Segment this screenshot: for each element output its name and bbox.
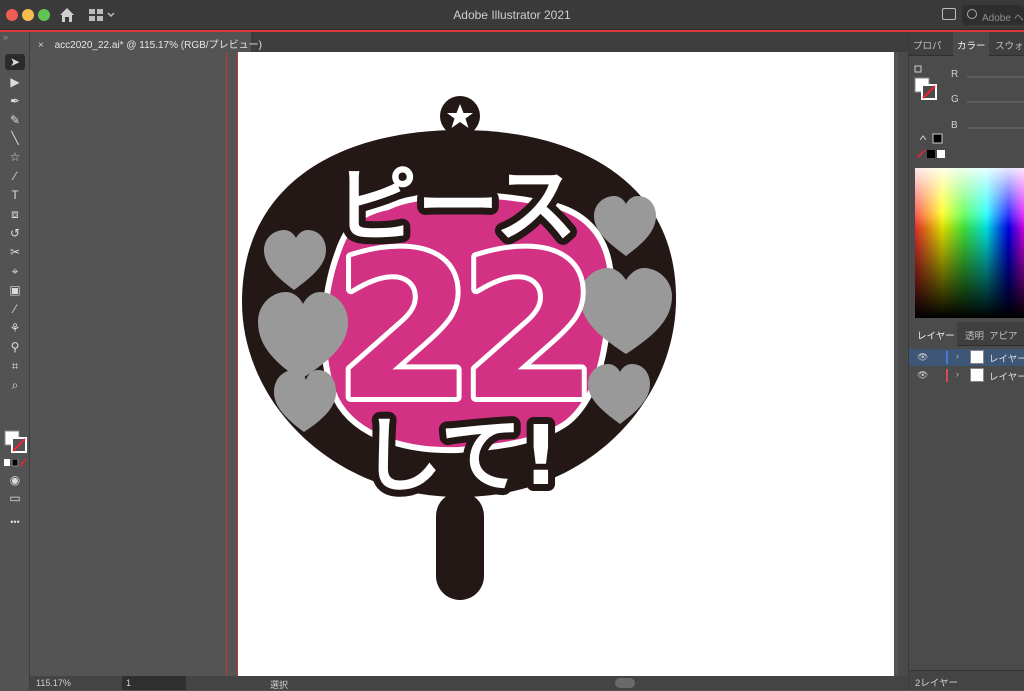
scissors-tool-icon[interactable]: ✂ (5, 244, 25, 260)
document-tab[interactable]: × acc2020_22.ai* @ 115.17% (RGB/プレビュー) (30, 32, 262, 52)
panel-toggle-icon[interactable] (942, 8, 956, 20)
layer-color-chip (946, 351, 948, 364)
tab-swatches[interactable]: スウォ (995, 38, 1024, 52)
b-slider[interactable] (967, 127, 1024, 129)
gradient-tool-icon[interactable]: ▣ (5, 282, 25, 298)
horizontal-scroll-thumb[interactable] (615, 678, 635, 688)
layers-panel-tabs: レイヤー 透明 アピア (909, 322, 1024, 346)
selection-tool-icon[interactable]: ➤ (5, 54, 25, 70)
layers-footer: 2レイヤー (909, 670, 1024, 690)
tab-appearance[interactable]: アピア (989, 328, 1018, 342)
fill-stroke-swatch-icon[interactable] (4, 430, 28, 454)
line-tool-icon[interactable]: ╲ (5, 130, 25, 146)
document-tab-label: acc2020_22.ai* @ 115.17% (RGB/プレビュー) (54, 40, 262, 51)
layer-count: 2レイヤー (915, 678, 958, 689)
layer-thumbnail (970, 350, 984, 364)
app-title: Adobe Illustrator 2021 (453, 8, 571, 22)
draw-mode-icon[interactable]: ◉ (5, 472, 25, 488)
swap-colors-icon[interactable] (917, 132, 947, 162)
uchiwa-handle (436, 492, 484, 600)
spectrum-highlight (915, 168, 1024, 318)
lasso-tool-icon[interactable]: ⌖ (5, 263, 25, 279)
artboard-number-field[interactable]: 1 (122, 676, 186, 690)
canvas-area[interactable]: ピース 22 して! (30, 52, 908, 676)
zoom-tool-icon[interactable]: ⌕ (5, 377, 25, 393)
vertical-scrollbar[interactable] (898, 52, 908, 676)
search-icon (967, 9, 977, 19)
layer-row[interactable]: 👁 › レイヤー 2 (909, 349, 1024, 366)
zoom-level[interactable]: 115.17% (36, 678, 71, 688)
layer-row[interactable]: 👁 › レイヤー 1 (909, 367, 1024, 384)
rotate-tool-icon[interactable]: ↺ (5, 225, 25, 241)
tools-panel: » ➤ ▶ ✒ ✎ ╲ ☆ ∕ T ⧈ ↺ ✂ ⌖ ▣ ⁄ ⚘ ⚲ ⌗ ⌕ ◉ … (0, 32, 30, 690)
visibility-eye-icon[interactable]: 👁 (917, 370, 929, 380)
tab-layers[interactable]: レイヤー (917, 328, 955, 342)
help-search-input[interactable]: Adobe ヘル (962, 5, 1024, 25)
tab-color[interactable]: カラー (957, 38, 986, 52)
screen-mode-icon[interactable]: ▭ (5, 490, 25, 506)
tab-properties[interactable]: プロパ (913, 38, 942, 52)
artboard-tool-icon[interactable]: ⧈ (5, 206, 25, 222)
status-bar: 115.17% 1 選択 (30, 676, 908, 690)
color-panel-tabs: プロパ カラー スウォ (909, 32, 1024, 56)
type-tool-icon[interactable]: T (5, 187, 25, 203)
blend-tool-icon[interactable]: ⚘ (5, 320, 25, 336)
visibility-eye-icon[interactable]: 👁 (917, 352, 929, 362)
r-label: R (951, 69, 959, 80)
close-tab-icon[interactable]: × (38, 40, 44, 51)
eyedropper-tool-icon[interactable]: ⁄ (5, 301, 25, 317)
artboard[interactable]: ピース 22 して! (238, 52, 894, 676)
right-panel-dock: プロパ カラー スウォ R G B レイヤー 透明 アピア 👁 › レイヤー 2… (908, 32, 1024, 690)
g-slider[interactable] (967, 101, 1024, 103)
expand-chevron-icon[interactable]: › (956, 351, 959, 361)
r-slider[interactable] (967, 76, 1024, 78)
fill-stroke-swatch-icon[interactable] (913, 64, 943, 102)
current-tool-status: 選択 (270, 680, 289, 690)
layer-color-chip (946, 369, 948, 382)
layer-thumbnail (970, 368, 984, 382)
color-mode-icon[interactable] (4, 459, 26, 467)
g-label: G (951, 94, 959, 105)
uchiwa-artwork[interactable]: ピース 22 して! (238, 52, 894, 676)
layer-name[interactable]: レイヤー 1 (989, 369, 1024, 383)
expand-chevron-icon[interactable]: › (956, 369, 959, 379)
text-line-3: して! (361, 409, 560, 504)
toolbar-collapse-icon[interactable]: » (3, 32, 27, 44)
document-tab-bar: × acc2020_22.ai* @ 115.17% (RGB/プレビュー) (30, 32, 908, 52)
more-tools-icon[interactable]: ••• (5, 514, 25, 530)
search-placeholder: Adobe ヘル (982, 13, 1024, 24)
layer-name[interactable]: レイヤー 2 (989, 351, 1024, 365)
pen-tool-icon[interactable]: ✒ (5, 93, 25, 109)
pin-tool-icon[interactable]: ⚲ (5, 339, 25, 355)
b-label: B (951, 120, 958, 131)
title-bar: Adobe Illustrator 2021 Adobe ヘル (0, 0, 1024, 30)
direct-selection-tool-icon[interactable]: ▶ (5, 74, 25, 90)
curvature-tool-icon[interactable]: ✎ (5, 112, 25, 128)
star-tool-icon[interactable]: ☆ (5, 149, 25, 165)
crop-tool-icon[interactable]: ⌗ (5, 358, 25, 374)
paintbrush-tool-icon[interactable]: ∕ (5, 168, 25, 184)
bleed-guide (226, 52, 227, 676)
tab-transparency[interactable]: 透明 (965, 328, 984, 342)
